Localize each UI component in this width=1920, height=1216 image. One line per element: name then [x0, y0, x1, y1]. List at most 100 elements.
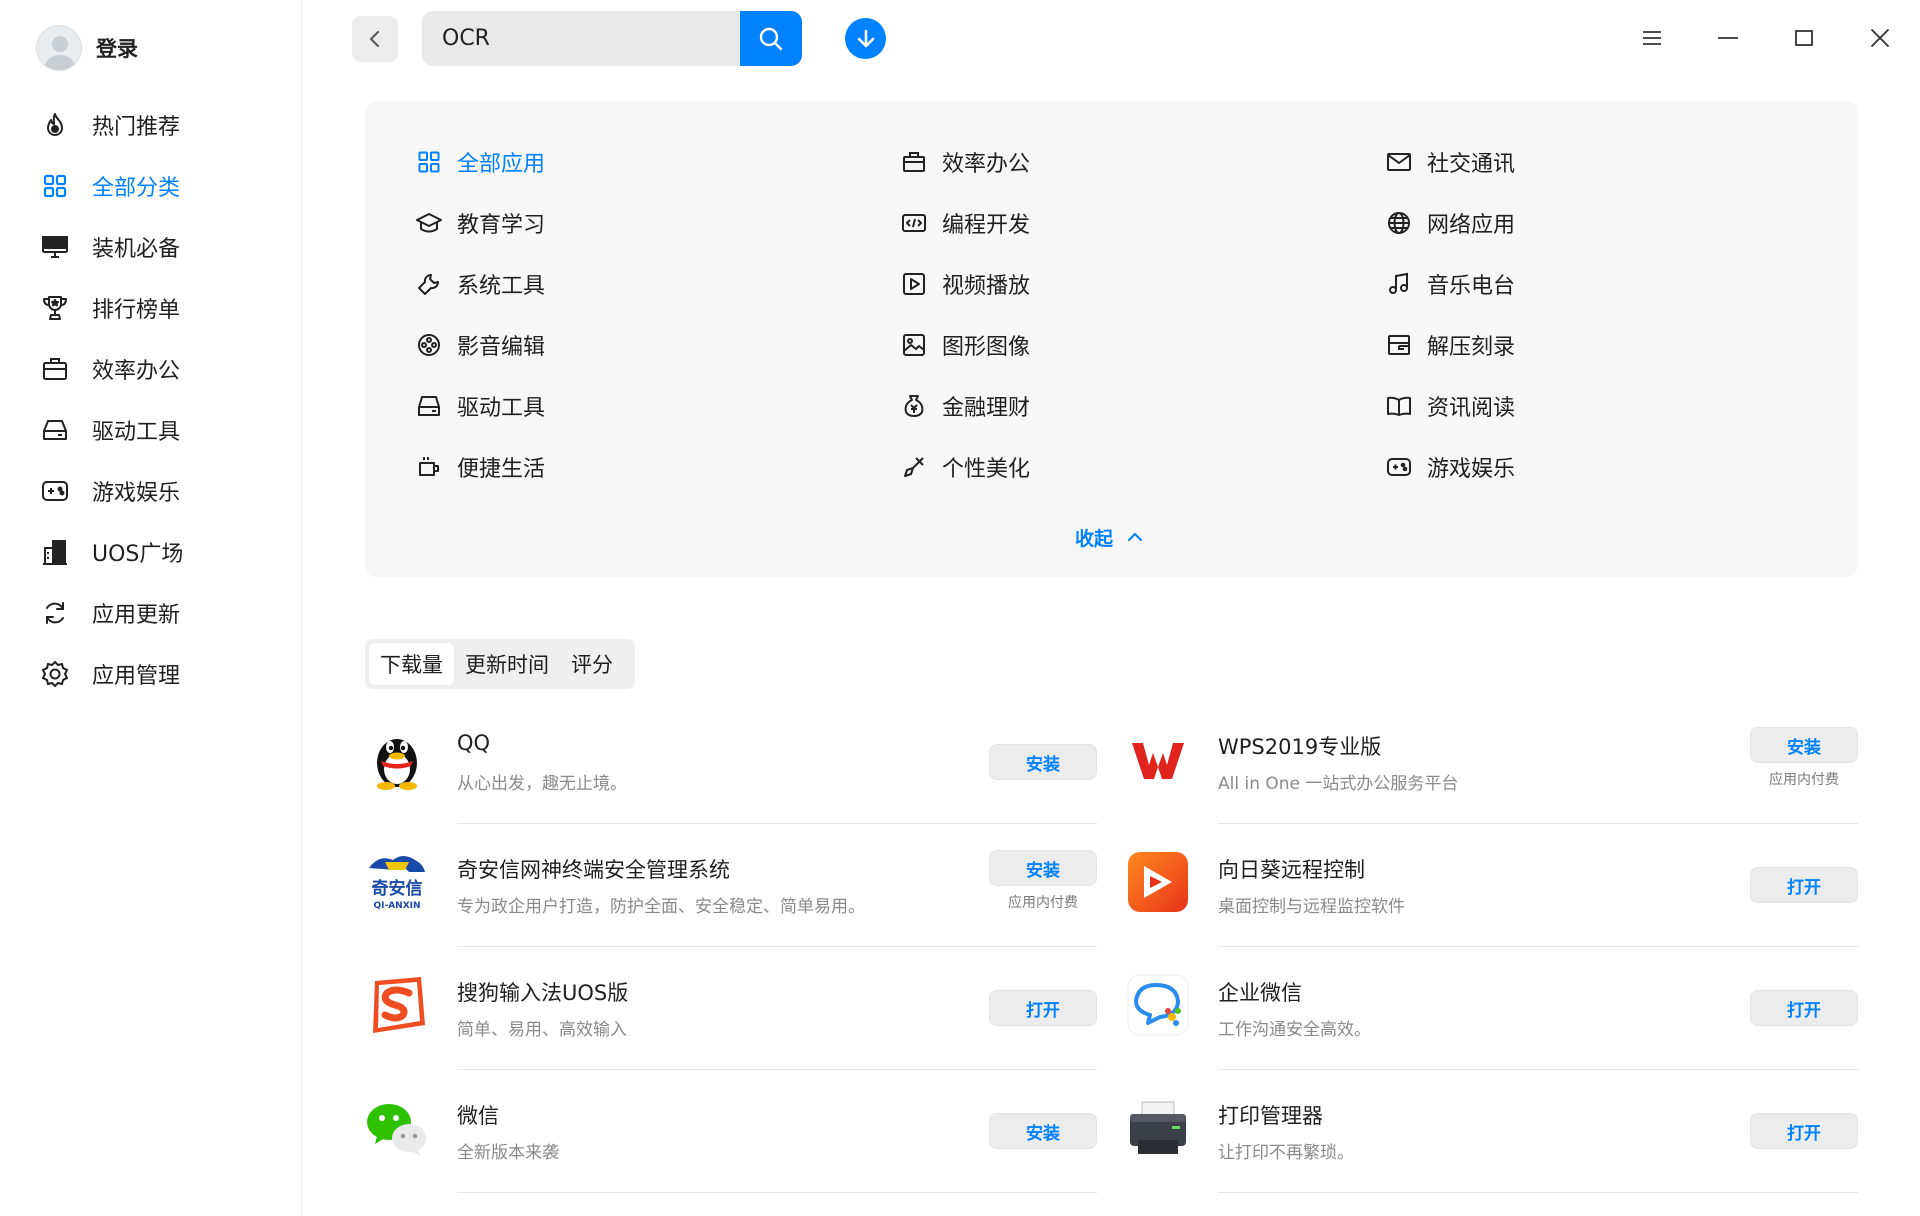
sort-tab-update-time[interactable]: 更新时间	[454, 643, 560, 685]
app-description: 专为政企用户打造，防护全面、安全稳定、简单易用。	[457, 897, 865, 917]
sidebar-item-all-categories[interactable]: 全部分类	[0, 155, 302, 216]
image-icon	[900, 331, 928, 359]
category-media-editing[interactable]: 影音编辑	[415, 325, 545, 365]
category-personalization[interactable]: 个性美化	[900, 447, 1030, 487]
app-item-wecom[interactable]: 企业微信 工作沟通安全高效。 打开	[1126, 947, 1858, 1070]
category-label: 个性美化	[942, 457, 1031, 482]
install-button[interactable]: 安装	[989, 850, 1097, 886]
maximize-button[interactable]	[1784, 18, 1824, 58]
wecom-logo-icon	[1126, 973, 1190, 1037]
search-button[interactable]	[740, 11, 802, 66]
sidebar-item-uos-square[interactable]: UOS广场	[0, 521, 302, 582]
sidebar-item-office[interactable]: 效率办公	[0, 338, 302, 399]
hamburger-menu-icon	[1643, 31, 1661, 45]
category-archive[interactable]: 解压刻录	[1385, 325, 1515, 365]
category-network[interactable]: 网络应用	[1385, 203, 1515, 243]
app-item-wechat[interactable]: 微信 全新版本来袭 安装	[365, 1070, 1097, 1193]
install-button[interactable]: 安装	[989, 1113, 1097, 1149]
category-label: 教育学习	[457, 213, 546, 238]
app-item-sogou[interactable]: 搜狗输入法UOS版 简单、易用、高效输入 打开	[365, 947, 1097, 1070]
sidebar-item-ranking[interactable]: 排行榜单	[0, 277, 302, 338]
install-button[interactable]: 安装	[1750, 727, 1858, 763]
category-music[interactable]: 音乐电台	[1385, 264, 1515, 304]
wrench-icon	[415, 270, 443, 298]
sidebar-nav: 热门推荐 全部分类 装机必备 排行榜单 效率办公 驱动工具 游戏娱乐 UOS广场…	[0, 94, 302, 704]
sidebar-item-label: 游戏娱乐	[92, 480, 181, 506]
app-item-qq[interactable]: QQ 从心出发，趣无止境。 安装	[365, 701, 1097, 824]
download-manager-button[interactable]	[845, 18, 886, 59]
sidebar-item-essentials[interactable]: 装机必备	[0, 216, 302, 277]
login-label[interactable]: 登录	[96, 33, 138, 63]
app-description: All in One 一站式办公服务平台	[1218, 774, 1459, 794]
login-area[interactable]: 登录	[36, 22, 138, 74]
grid-icon	[40, 171, 70, 201]
drive-icon	[40, 415, 70, 445]
download-arrow-icon	[857, 29, 874, 47]
open-button[interactable]: 打开	[1750, 1113, 1858, 1149]
search-box	[422, 11, 802, 66]
play-icon	[900, 270, 928, 298]
search-icon	[759, 27, 783, 50]
sidebar-item-drivers[interactable]: 驱动工具	[0, 399, 302, 460]
graduation-cap-icon	[415, 209, 443, 237]
refresh-icon	[40, 598, 70, 628]
menu-button[interactable]	[1632, 18, 1672, 58]
sidebar-item-management[interactable]: 应用管理	[0, 643, 302, 704]
app-item-qianxin[interactable]: 奇安信 QI-ANXIN 奇安信网神终端安全管理系统 专为政企用户打造，防护全面、…	[365, 824, 1097, 947]
close-button[interactable]	[1860, 18, 1900, 58]
printer-icon	[1126, 1096, 1190, 1160]
divider	[1218, 1192, 1858, 1193]
collapse-categories-button[interactable]: 收起	[1075, 519, 1143, 555]
gamepad-icon	[40, 476, 70, 506]
sidebar-item-label: 效率办公	[92, 358, 181, 384]
category-convenient-life[interactable]: 便捷生活	[415, 447, 545, 487]
category-social[interactable]: 社交通讯	[1385, 142, 1515, 182]
app-name: 微信	[457, 1104, 499, 1128]
user-avatar-icon[interactable]	[36, 25, 82, 71]
open-button[interactable]: 打开	[1750, 990, 1858, 1026]
sidebar-item-updates[interactable]: 应用更新	[0, 582, 302, 643]
search-input[interactable]	[422, 11, 740, 66]
back-button[interactable]	[352, 16, 398, 62]
category-label: 金融理财	[942, 396, 1031, 421]
category-video[interactable]: 视频播放	[900, 264, 1030, 304]
category-drivers[interactable]: 驱动工具	[415, 386, 545, 426]
sidebar-item-games[interactable]: 游戏娱乐	[0, 460, 302, 521]
cup-icon	[415, 453, 443, 481]
archive-icon	[1385, 331, 1413, 359]
category-games[interactable]: 游戏娱乐	[1385, 447, 1515, 487]
svg-text:QI-ANXIN: QI-ANXIN	[373, 901, 420, 911]
app-item-sunflower[interactable]: 向日葵远程控制 桌面控制与远程监控软件 打开	[1126, 824, 1858, 947]
category-programming[interactable]: 编程开发	[900, 203, 1030, 243]
app-name: 奇安信网神终端安全管理系统	[457, 858, 730, 882]
category-finance[interactable]: 金融理财	[900, 386, 1030, 426]
film-reel-icon	[415, 331, 443, 359]
sidebar: 登录 热门推荐 全部分类 装机必备 排行榜单 效率办公 驱动工具 游戏娱乐 UO…	[0, 0, 302, 1216]
sort-tab-rating[interactable]: 评分	[560, 643, 624, 685]
category-label: 视频播放	[942, 274, 1031, 299]
app-store-window: 登录 热门推荐 全部分类 装机必备 排行榜单 效率办公 驱动工具 游戏娱乐 UO…	[0, 0, 1920, 1216]
app-name: 向日葵远程控制	[1218, 858, 1365, 882]
category-graphics[interactable]: 图形图像	[900, 325, 1030, 365]
open-button[interactable]: 打开	[1750, 867, 1858, 903]
category-education[interactable]: 教育学习	[415, 203, 545, 243]
category-label: 驱动工具	[457, 396, 546, 421]
sort-tab-downloads[interactable]: 下载量	[369, 643, 454, 685]
category-all-apps[interactable]: 全部应用	[415, 142, 545, 182]
wechat-logo-icon	[365, 1096, 429, 1160]
app-item-print-manager[interactable]: 打印管理器 让打印不再繁琐。 打开	[1126, 1070, 1858, 1193]
install-button[interactable]: 安装	[989, 744, 1097, 780]
app-description: 全新版本来袭	[457, 1143, 559, 1163]
chevron-up-icon	[1128, 532, 1143, 541]
category-label: 资讯阅读	[1427, 396, 1516, 421]
category-label: 全部应用	[457, 152, 546, 177]
minimize-button[interactable]	[1708, 18, 1748, 58]
category-office[interactable]: 效率办公	[900, 142, 1030, 182]
category-label: 解压刻录	[1427, 335, 1516, 360]
open-button[interactable]: 打开	[989, 990, 1097, 1026]
app-item-wps[interactable]: WPS2019专业版 All in One 一站式办公服务平台 安装 应用内付费	[1126, 701, 1858, 824]
category-system-tools[interactable]: 系统工具	[415, 264, 545, 304]
brush-icon	[900, 453, 928, 481]
sidebar-item-hot[interactable]: 热门推荐	[0, 94, 302, 155]
category-reading[interactable]: 资讯阅读	[1385, 386, 1515, 426]
